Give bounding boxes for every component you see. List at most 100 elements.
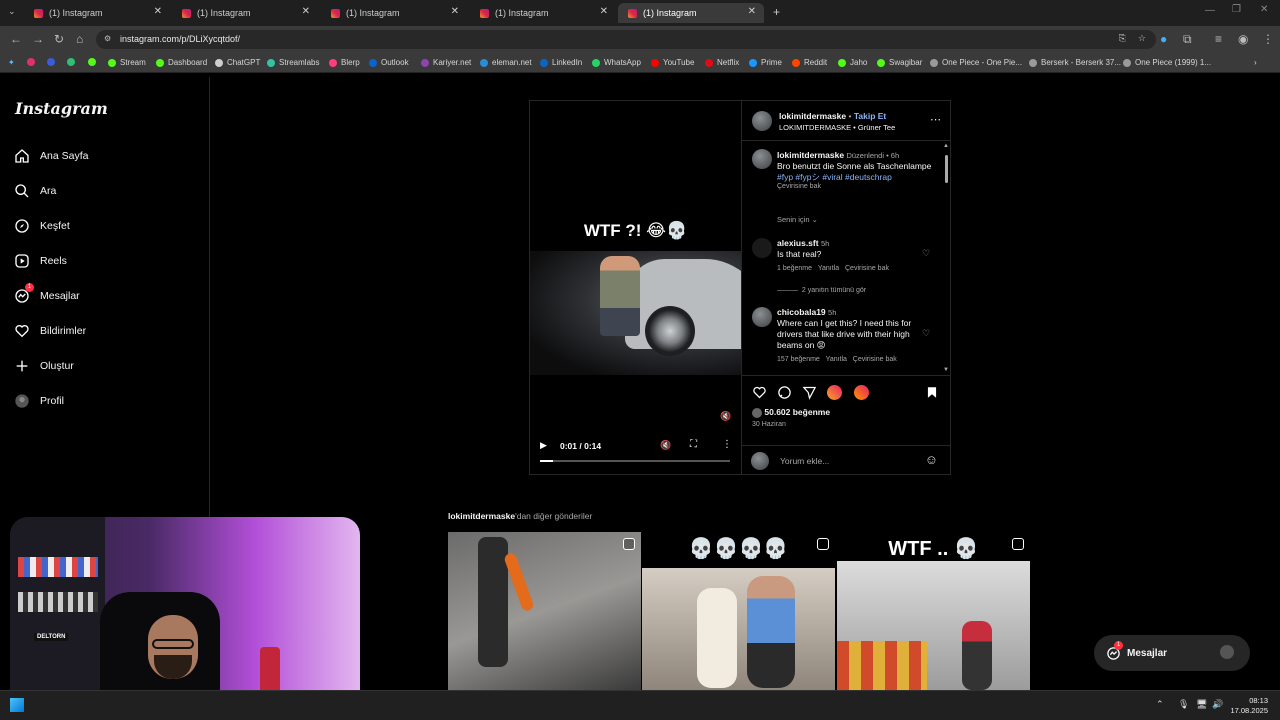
bookmark-kariyer[interactable]: Kariyer.net: [421, 58, 471, 67]
bookmark-eleman[interactable]: eleman.net: [480, 58, 532, 67]
bookmark-one-piece[interactable]: One Piece - One Pie...: [930, 58, 1022, 67]
play-icon[interactable]: ▶: [540, 440, 547, 451]
like-heart-icon[interactable]: [752, 385, 767, 400]
nav-explore[interactable]: Keşfet: [14, 216, 70, 236]
bookmark-blerp[interactable]: Blerp: [329, 58, 360, 67]
nav-profile[interactable]: Profil: [14, 391, 64, 411]
windows-start-icon[interactable]: [10, 698, 24, 712]
taskbar-clock[interactable]: 08:13 17.08.2025: [1230, 696, 1268, 716]
close-tab-icon[interactable]: ✕: [302, 6, 310, 17]
browser-tab[interactable]: (1) Instagram ✕: [24, 3, 170, 23]
extensions-puzzle-icon[interactable]: ⧉: [1183, 32, 1192, 47]
media-control-icon[interactable]: ≡: [1215, 32, 1222, 46]
fullscreen-icon[interactable]: ⛶: [690, 439, 697, 450]
more-post-thumbnail[interactable]: WTF .. 💀: [837, 532, 1030, 690]
tray-chevron-icon[interactable]: ⌃: [1156, 699, 1164, 710]
close-tab-icon[interactable]: ✕: [748, 6, 756, 17]
translate-link[interactable]: Çevirisine bak: [777, 183, 942, 190]
bookmark-stream[interactable]: Stream: [108, 58, 146, 67]
sticker-icon[interactable]: [827, 385, 842, 400]
audio-info[interactable]: LOKIMITDERMASKE • Grüner Tee: [779, 123, 895, 132]
comments-list[interactable]: lokimitdermaske Düzenlendi • 6h Bro benu…: [742, 142, 951, 374]
instagram-bookmark-icon[interactable]: [27, 58, 35, 66]
bookmark-green-icon[interactable]: [88, 58, 96, 66]
nav-search[interactable]: Ara: [14, 181, 56, 201]
author-avatar[interactable]: [752, 149, 772, 169]
commenter-avatar[interactable]: [752, 307, 772, 327]
bookmark-jaho[interactable]: Jaho: [838, 58, 867, 67]
bookmark-linkedin[interactable]: LinkedIn: [540, 58, 582, 67]
view-replies[interactable]: ——— 2 yanıtın tümünü gör: [777, 287, 866, 294]
more-options-icon[interactable]: ⋮: [722, 439, 732, 450]
bookmark-dashboard[interactable]: Dashboard: [156, 58, 207, 67]
comment-sort-dropdown[interactable]: Senin için ⌄: [777, 215, 818, 224]
comment-input[interactable]: Yorum ekle...: [780, 456, 829, 466]
close-tab-icon[interactable]: ✕: [154, 6, 162, 17]
video-player[interactable]: WTF ?! 😂💀 🔇 ▶ 0:01 / 0:14 🔇 ⛶ ⋮: [530, 101, 741, 474]
maximize-icon[interactable]: ❐: [1232, 4, 1241, 15]
minimize-icon[interactable]: —: [1205, 5, 1215, 16]
browser-tab-active[interactable]: (1) Instagram ✕: [618, 3, 764, 23]
emoji-reaction-icon[interactable]: [854, 385, 869, 400]
bookmark-reddit[interactable]: Reddit: [792, 58, 827, 67]
nav-home[interactable]: Ana Sayfa: [14, 146, 88, 166]
share-send-icon[interactable]: [802, 385, 817, 400]
close-tab-icon[interactable]: ✕: [600, 6, 608, 17]
browser-tab[interactable]: (1) Instagram ✕: [470, 3, 616, 23]
bookmark-outlook[interactable]: Outlook: [369, 58, 409, 67]
microphone-tray-icon[interactable]: 🎙: [1178, 699, 1189, 710]
bookmark-streamlabs[interactable]: Streamlabs: [267, 58, 319, 67]
browser-tab[interactable]: (1) Instagram ✕: [321, 3, 467, 23]
like-count[interactable]: 50.602 beğenme: [752, 407, 830, 418]
post-options-icon[interactable]: ⋯: [930, 113, 941, 126]
back-icon[interactable]: ←: [10, 32, 22, 46]
install-app-icon[interactable]: ⎘: [1119, 33, 1126, 44]
bookmark-netflix[interactable]: Netflix: [705, 58, 739, 67]
more-post-thumbnail[interactable]: [448, 532, 641, 690]
scroll-thumb[interactable]: [945, 155, 948, 183]
bookmark-swagibar[interactable]: Swagibar: [877, 58, 922, 67]
comment-like-icon[interactable]: ♡: [922, 248, 930, 259]
instagram-logo[interactable]: Instagram: [15, 99, 108, 118]
nav-notifications[interactable]: Bildirimler: [14, 321, 86, 341]
mute-icon[interactable]: 🔇: [660, 440, 671, 451]
profile-avatar-icon[interactable]: ◉: [1238, 32, 1248, 46]
volume-icon[interactable]: 🔊: [1212, 699, 1223, 710]
browser-tab[interactable]: (1) Instagram ✕: [172, 3, 318, 23]
scroll-up-icon[interactable]: ▲: [943, 143, 949, 149]
bookmark-whatsapp[interactable]: WhatsApp: [592, 58, 641, 67]
close-tab-icon[interactable]: ✕: [451, 6, 459, 17]
author-avatar[interactable]: [752, 111, 772, 131]
new-tab-button[interactable]: +: [773, 5, 780, 19]
bookmark-berserk[interactable]: Berserk - Berserk 37...: [1029, 58, 1121, 67]
tab-list-icon[interactable]: ⌄: [8, 6, 16, 17]
messages-float-button[interactable]: 1 Mesajlar: [1094, 635, 1250, 671]
scroll-down-icon[interactable]: ▼: [943, 367, 949, 373]
video-progress-bar[interactable]: [540, 460, 730, 462]
bookmark-x-icon[interactable]: [67, 58, 75, 66]
mute-indicator-icon[interactable]: 🔇: [720, 411, 731, 422]
bookmark-one-piece-1999[interactable]: One Piece (1999) 1...: [1123, 58, 1211, 67]
site-info-icon[interactable]: ⚙: [104, 34, 111, 43]
reload-icon[interactable]: ↻: [54, 32, 64, 46]
forward-icon[interactable]: →: [32, 32, 44, 46]
network-icon[interactable]: 🖥: [1196, 699, 1207, 710]
comments-scrollbar[interactable]: ▲ ▼: [943, 143, 950, 375]
close-window-icon[interactable]: ✕: [1260, 4, 1268, 15]
bookmark-prime[interactable]: Prime: [749, 58, 782, 67]
bookmark-chatgpt[interactable]: ChatGPT: [215, 58, 260, 67]
comment-like-icon[interactable]: ♡: [922, 328, 930, 339]
nav-messages[interactable]: 1 Mesajlar: [14, 283, 80, 306]
comment-icon[interactable]: [777, 385, 792, 400]
follow-button[interactable]: Takip Et: [854, 111, 886, 121]
url-field[interactable]: ⚙ instagram.com/p/DLiXycqtdof/ ⎘ ☆: [96, 30, 1156, 49]
apps-icon[interactable]: ✦: [8, 58, 15, 67]
emoji-icon[interactable]: ☺: [925, 452, 938, 467]
caption-hashtags[interactable]: #fyp #fypシ #viral #deutschrap: [777, 172, 942, 183]
nav-reels[interactable]: Reels: [14, 251, 67, 271]
extension-icon[interactable]: ●: [1160, 32, 1167, 46]
more-bookmarks-icon[interactable]: ›: [1254, 58, 1257, 67]
more-post-thumbnail[interactable]: 💀💀💀💀: [642, 532, 835, 690]
nav-create[interactable]: Oluştur: [14, 356, 74, 376]
bookmark-youtube[interactable]: YouTube: [651, 58, 694, 67]
